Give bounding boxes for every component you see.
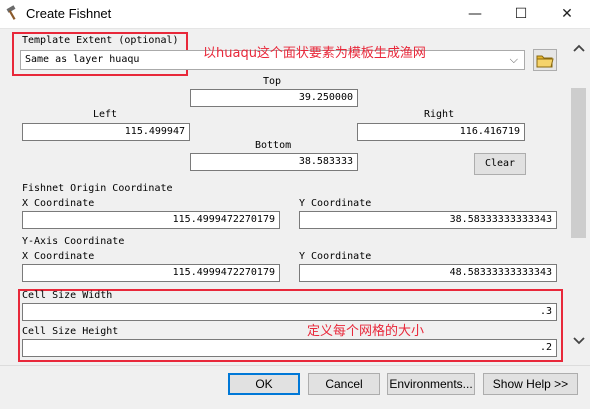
bottom-field[interactable]: 38.583333 (190, 153, 358, 171)
left-label: Left (93, 109, 118, 120)
scroll-down-icon[interactable] (571, 336, 586, 350)
yaxis-section-label: Y-Axis Coordinate (22, 236, 125, 247)
bottom-label: Bottom (255, 140, 292, 151)
cancel-button[interactable]: Cancel (308, 373, 380, 395)
yaxis-y-field[interactable]: 48.58333333333343 (299, 264, 557, 282)
show-help-button[interactable]: Show Help >> (483, 373, 578, 395)
left-field[interactable]: 115.499947 (22, 123, 190, 141)
minimize-button[interactable]: — (452, 0, 498, 28)
maximize-button[interactable]: ☐ (498, 0, 544, 28)
origin-x-field[interactable]: 115.4999472270179 (22, 211, 280, 229)
origin-x-label: X Coordinate (22, 198, 95, 209)
cell-height-label: Cell Size Height (22, 326, 119, 337)
origin-y-label: Y Coordinate (299, 198, 372, 209)
clear-button[interactable]: Clear (474, 153, 526, 175)
right-label: Right (424, 109, 455, 120)
folder-icon (536, 55, 554, 68)
tool-parameters-panel: Template Extent (optional) Same as layer… (0, 29, 568, 365)
origin-section-label: Fishnet Origin Coordinate (22, 183, 173, 194)
ok-button[interactable]: OK (228, 373, 300, 395)
yaxis-x-label: X Coordinate (22, 251, 95, 262)
hammer-icon (5, 5, 21, 21)
cell-height-field[interactable]: .2 (22, 339, 557, 357)
right-field[interactable]: 116.416719 (357, 123, 525, 141)
yaxis-x-field[interactable]: 115.4999472270179 (22, 264, 280, 282)
close-button[interactable]: ✕ (544, 0, 590, 28)
origin-y-field[interactable]: 38.58333333333343 (299, 211, 557, 229)
cell-size-annotation: 定义每个网格的大小 (307, 324, 425, 339)
top-field[interactable]: 39.250000 (190, 89, 358, 107)
chevron-down-icon[interactable]: ⌵ (510, 53, 518, 67)
scroll-up-icon[interactable] (571, 43, 586, 57)
cell-width-label: Cell Size Width (22, 290, 113, 301)
top-label: Top (263, 76, 282, 87)
browse-button[interactable] (533, 49, 557, 71)
window-title: Create Fishnet (26, 6, 112, 21)
template-annotation: 以huaqu这个面状要素为模板生成渔网 (203, 46, 426, 61)
yaxis-y-label: Y Coordinate (299, 251, 372, 262)
template-extent-label: Template Extent (optional) (22, 35, 179, 46)
template-extent-value: Same as layer huaqu (25, 54, 140, 65)
environments-button[interactable]: Environments... (387, 373, 475, 395)
scrollbar-thumb[interactable] (571, 88, 586, 238)
cell-width-field[interactable]: .3 (22, 303, 557, 321)
